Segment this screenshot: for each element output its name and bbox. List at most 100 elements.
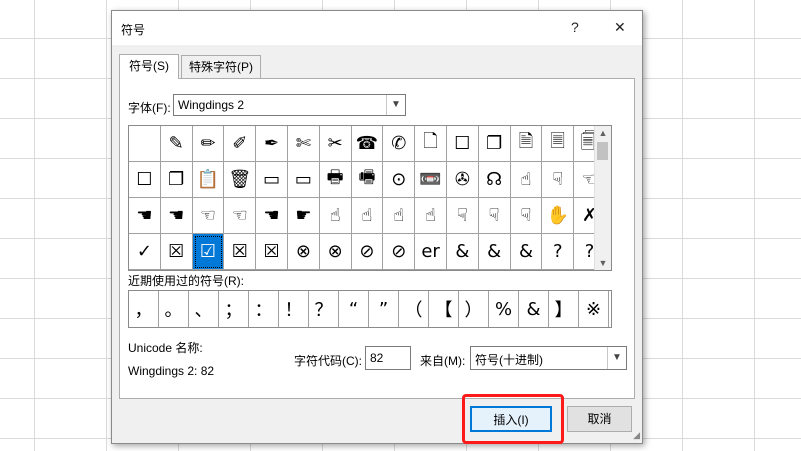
symbol-cell[interactable]: ? [542,234,575,270]
close-icon[interactable]: ✕ [614,19,626,36]
symbol-cell[interactable]: 🗋 [415,126,447,162]
symbol-cell[interactable]: ☚ [160,198,193,234]
chevron-down-icon[interactable]: ▼ [607,347,626,369]
symbol-cell[interactable]: & [478,234,511,270]
symbol-cell[interactable]: ✇ [446,162,479,198]
symbol-cell[interactable]: ☝ [351,198,384,234]
symbol-cell[interactable]: ☟ [510,198,543,234]
symbol-cell[interactable]: ☐ [129,162,161,198]
tab-symbols[interactable]: 符号(S) [119,54,179,79]
recent-symbol-cell[interactable]: ？ [309,291,339,327]
symbol-cell[interactable]: ✓ [129,234,161,270]
from-select[interactable]: 符号(十进制) ▼ [470,346,627,370]
charcode-value: 82 [370,351,384,365]
symbol-cell[interactable]: 📋 [192,162,225,198]
from-select-value: 符号(十进制) [475,353,543,367]
symbol-cell[interactable]: ❐ [478,126,511,162]
symbol-cell[interactable]: 🖷 [351,162,384,198]
symbol-cell[interactable]: ☟ [446,198,479,234]
scrollbar-thumb[interactable] [597,142,608,160]
from-label: 来自(M): [420,354,466,368]
recent-symbol-cell[interactable]: 【 [429,291,459,327]
recent-symbol-cell[interactable]: & [519,291,549,327]
scroll-up-icon[interactable]: ▲ [595,126,611,140]
symbol-cell[interactable]: ☑ [192,234,225,270]
symbol-cell[interactable]: ✒ [256,126,288,162]
symbol-cell[interactable]: ☝ [415,198,447,234]
charcode-label: 字符代码(C): [294,354,362,368]
recent-symbols-list: ，。、；：！？ “” （【）% &】 ※ [128,290,612,328]
symbol-cell[interactable]: ✄ [287,126,320,162]
symbol-cell[interactable]: er [415,234,447,270]
symbol-cell[interactable]: ⊗ [287,234,320,270]
symbol-cell[interactable]: ☒ [160,234,193,270]
symbol-cell[interactable]: ✋ [542,198,575,234]
tab-special-characters[interactable]: 特殊字符(P) [181,55,261,78]
recent-symbol-cell[interactable]: ） [459,291,489,327]
symbol-cell[interactable]: ✂ [319,126,352,162]
scroll-down-icon[interactable]: ▼ [595,256,611,270]
dialog-title: 符号 [121,23,146,37]
recent-symbol-cell[interactable]: （ [399,291,429,327]
resize-grip-icon[interactable]: ◢ [633,430,640,441]
symbol-grid: ✎ ✏ ✐ ✒ ✄ ✂ ☎ ✆ 🗋 ☐ ❐ 🗎 🗏 🗐 ☐ ❐ 📋 🗑 ▭ ▭ 🖶 🖷 ⊙ 📼 ✇ ☊ ☝ ☟ ☜ ☚ ☚ ☜ ☜ ☚ ☛ ☝ ☝ ☝ ☝ ☟… [128,125,612,271]
symbol-grid-scrollbar[interactable]: ▲ ▼ [594,126,611,270]
symbol-cell[interactable]: 🗎 [510,126,543,162]
symbol-cell[interactable]: ⊘ [383,234,416,270]
symbol-cell[interactable]: ☊ [478,162,511,198]
symbol-cell[interactable]: ✎ [160,126,193,162]
symbol-cell[interactable]: 🗑 [224,162,257,198]
symbol-dialog: 符号 ? ✕ 符号(S) 特殊字符(P) 字体(F): Wingdings 2 … [111,10,643,444]
highlight-box [462,394,564,444]
symbol-cell[interactable]: & [446,234,479,270]
symbol-cell[interactable]: ☛ [287,198,320,234]
font-label: 字体(F): [128,101,171,115]
symbol-cell[interactable]: 🗏 [542,126,575,162]
symbol-cell[interactable]: ⊗ [319,234,352,270]
recent-symbol-cell[interactable]: ！ [279,291,309,327]
recent-symbol-cell[interactable]: ※ [579,291,609,327]
unicode-name-label: Unicode 名称: [128,341,203,355]
help-button[interactable]: ? [571,19,579,35]
symbol-cell[interactable]: ☚ [256,198,288,234]
recent-symbol-cell[interactable]: 】 [549,291,579,327]
symbol-cell[interactable]: ▭ [256,162,288,198]
symbol-cell[interactable]: ☝ [319,198,352,234]
recent-symbol-cell[interactable]: 、 [189,291,219,327]
recent-symbol-cell[interactable]: 。 [159,291,189,327]
symbol-cell[interactable]: ☝ [383,198,416,234]
symbol-cell[interactable]: ❐ [160,162,193,198]
symbol-cell[interactable]: ☟ [542,162,575,198]
recent-symbol-cell[interactable]: ： [249,291,279,327]
symbol-cell[interactable]: ☝ [510,162,543,198]
symbol-cell[interactable] [129,126,161,162]
symbol-cell[interactable]: ✐ [224,126,257,162]
symbol-cell[interactable]: 📼 [415,162,447,198]
recent-symbol-cell[interactable]: ” [369,291,399,327]
symbol-cell[interactable]: ⊘ [351,234,384,270]
recent-symbol-cell[interactable]: % [489,291,519,327]
recent-symbol-cell[interactable]: ， [129,291,159,327]
symbol-cell[interactable]: ✏ [192,126,225,162]
unicode-name-value: Wingdings 2: 82 [128,364,215,378]
charcode-input[interactable]: 82 [365,346,411,370]
symbol-cells: ✎ ✏ ✐ ✒ ✄ ✂ ☎ ✆ 🗋 ☐ ❐ 🗎 🗏 🗐 ☐ ❐ 📋 🗑 ▭ ▭ 🖶 🖷 ⊙ 📼 ✇ ☊ ☝ ☟ ☜ ☚ ☚ ☜ ☜ ☚ ☛ ☝ ☝ ☝ ☝ ☟… [129,126,607,270]
symbol-cell[interactable]: ☐ [446,126,479,162]
symbol-cell[interactable]: ☜ [192,198,225,234]
symbol-cell[interactable]: ☜ [224,198,257,234]
symbol-cell[interactable]: ⊙ [383,162,416,198]
symbol-cell[interactable]: ☎ [351,126,384,162]
recent-symbol-cell[interactable]: “ [339,291,369,327]
symbol-cell[interactable]: ✆ [383,126,416,162]
symbol-cell[interactable]: ▭ [287,162,320,198]
symbol-cell[interactable]: & [510,234,543,270]
symbol-cell[interactable]: 🖶 [319,162,352,198]
cancel-button[interactable]: 取消 [567,406,632,432]
chevron-down-icon[interactable]: ▼ [386,95,405,115]
symbol-cell[interactable]: ☒ [256,234,288,270]
font-select[interactable]: Wingdings 2 ▼ [173,94,406,116]
symbol-cell[interactable]: ☒ [224,234,257,270]
symbol-cell[interactable]: ☟ [478,198,511,234]
symbol-cell[interactable]: ☚ [129,198,161,234]
recent-symbol-cell[interactable]: ； [219,291,249,327]
